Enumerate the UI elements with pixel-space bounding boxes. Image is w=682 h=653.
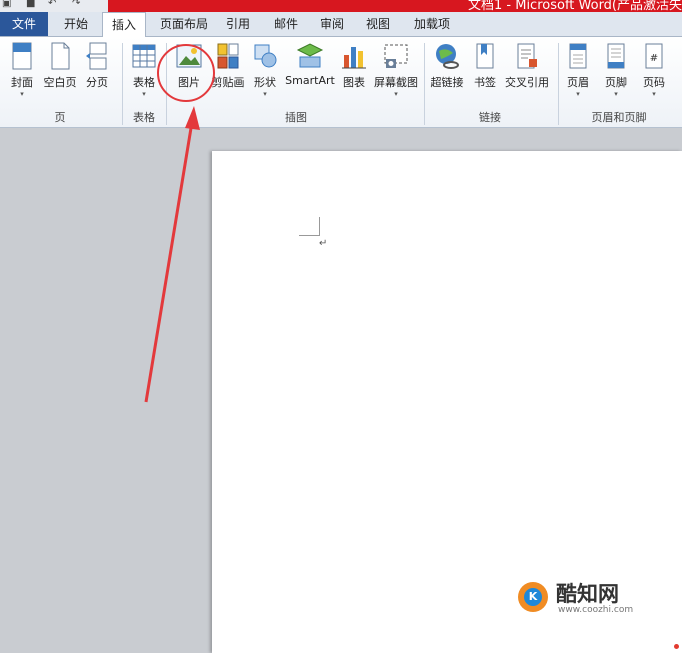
bookmark-button[interactable]: 书签 — [470, 41, 500, 105]
chevron-down-icon: ▾ — [142, 90, 146, 98]
blank-page-button[interactable]: 空白页 — [40, 41, 80, 105]
tab-addins[interactable]: 加载项 — [404, 12, 460, 36]
group-divider — [122, 43, 123, 125]
smartart-icon — [296, 43, 324, 68]
header-button[interactable]: 页眉 ▾ — [562, 41, 594, 105]
clipart-icon — [217, 43, 239, 69]
shapes-button[interactable]: 形状 ▾ — [250, 41, 280, 105]
hyperlink-label: 超链接 — [430, 76, 464, 89]
page-break-icon — [86, 42, 107, 70]
ribbon-tabs: 文件 开始 插入 页面布局 引用 邮件 审阅 视图 加载项 — [0, 12, 682, 38]
chart-icon — [342, 47, 366, 69]
group-label-tables: 表格 — [133, 111, 155, 124]
cover-page-icon — [12, 42, 32, 70]
tab-mailings[interactable]: 邮件 — [266, 12, 306, 36]
group-label-header-footer: 页眉和页脚 — [591, 111, 647, 124]
clipart-button[interactable]: 剪贴画 — [210, 41, 246, 105]
undo-icon[interactable]: ↶ — [48, 0, 56, 9]
page-number-icon: # — [645, 43, 663, 69]
hyperlink-icon — [436, 44, 459, 69]
shapes-label: 形状 — [254, 76, 276, 89]
window-title: 文档1 - Microsoft Word(产品激活失败) — [468, 0, 682, 12]
logo-badge-letter: K — [524, 588, 542, 606]
group-label-illustrations: 插图 — [285, 111, 307, 124]
smartart-label: SmartArt — [285, 74, 335, 87]
bookmark-label: 书签 — [474, 76, 496, 89]
logo-badge-icon: K — [518, 582, 548, 612]
title-bar: ▣ ■ ↶ ↷ 文档1 - Microsoft Word(产品激活失败) — [0, 0, 682, 12]
margin-corner-mark — [299, 217, 320, 236]
watermark-url: www.coozhi.com — [558, 605, 634, 615]
save-icon[interactable]: ■ — [26, 0, 35, 9]
page-break-label: 分页 — [86, 76, 108, 89]
clipart-label: 剪贴画 — [211, 76, 245, 89]
tab-home[interactable]: 开始 — [52, 12, 100, 36]
cover-page-button[interactable]: 封面 ▾ — [6, 41, 38, 105]
page-number-label: 页码 — [643, 76, 665, 89]
bookmark-icon — [476, 43, 494, 69]
chevron-down-icon: ▾ — [576, 90, 580, 98]
table-icon — [132, 44, 156, 68]
ribbon-insert: 封面 ▾ 空白页 分页 页 表格 ▾ 表格 图片 剪贴画 形状 ▾ SmartA… — [0, 37, 682, 128]
footer-icon — [607, 43, 625, 69]
smartart-button[interactable]: SmartArt — [284, 41, 336, 105]
chart-button[interactable]: 图表 — [338, 41, 370, 105]
page-break-button[interactable]: 分页 — [82, 41, 112, 105]
tab-insert[interactable]: 插入 — [102, 12, 146, 38]
chevron-down-icon: ▾ — [614, 90, 618, 98]
screenshot-button[interactable]: 屏幕截图 ▾ — [372, 41, 420, 105]
chevron-down-icon: ▾ — [20, 90, 24, 98]
cover-page-label: 封面 — [11, 76, 33, 89]
page-number-button[interactable]: # 页码 ▾ — [638, 41, 670, 105]
blank-page-label: 空白页 — [43, 76, 77, 89]
cross-reference-icon — [517, 43, 537, 69]
group-divider — [424, 43, 425, 125]
hyperlink-button[interactable]: 超链接 — [428, 41, 466, 105]
word-app-icon: ▣ — [2, 0, 12, 9]
svg-text:#: # — [650, 53, 658, 64]
cross-reference-button[interactable]: 交叉引用 — [502, 41, 552, 105]
group-label-pages: 页 — [54, 111, 66, 124]
chevron-down-icon: ▾ — [652, 90, 656, 98]
tab-file[interactable]: 文件 — [0, 12, 48, 36]
cross-reference-label: 交叉引用 — [505, 76, 549, 89]
header-label: 页眉 — [567, 76, 589, 89]
tab-references[interactable]: 引用 — [218, 12, 258, 36]
watermark-name: 酷知网 — [556, 582, 619, 606]
watermark-logo: K 酷知网 www.coozhi.com — [518, 578, 658, 618]
chart-label: 图表 — [343, 76, 365, 89]
footer-label: 页脚 — [605, 76, 627, 89]
header-icon — [569, 43, 587, 69]
tab-review[interactable]: 审阅 — [312, 12, 352, 36]
group-label-links: 链接 — [479, 111, 501, 124]
footer-button[interactable]: 页脚 ▾ — [600, 41, 632, 105]
tab-view[interactable]: 视图 — [358, 12, 398, 36]
blank-page-icon — [51, 42, 70, 70]
status-dot — [674, 644, 679, 649]
highlight-circle — [157, 44, 215, 102]
shapes-icon — [254, 44, 277, 68]
redo-icon[interactable]: ↷ — [72, 0, 80, 9]
quick-access-toolbar: ▣ ■ ↶ ↷ — [0, 0, 108, 12]
chevron-down-icon: ▾ — [263, 90, 267, 98]
group-divider — [558, 43, 559, 125]
tab-page-layout[interactable]: 页面布局 — [152, 12, 216, 36]
screenshot-label: 屏幕截图 — [374, 76, 418, 89]
paragraph-mark: ↵ — [319, 238, 328, 249]
screenshot-icon — [384, 44, 408, 68]
chevron-down-icon: ▾ — [394, 90, 398, 98]
